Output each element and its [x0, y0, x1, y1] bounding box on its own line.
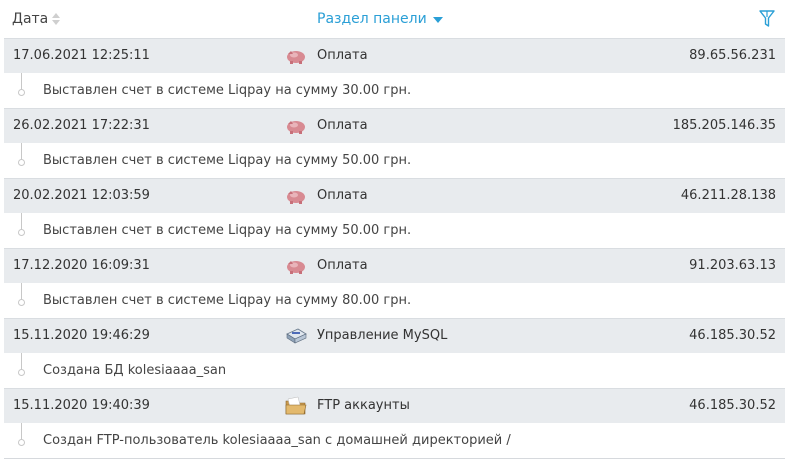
log-section: Оплата	[317, 118, 368, 133]
log-row[interactable]: 20.02.2021 12:03:59 Оплата 46.211.28.138	[4, 178, 785, 213]
log-detail-text: Выставлен счет в системе Liqpay на сумму…	[43, 153, 412, 168]
table-header: Дата Раздел панели	[0, 0, 792, 38]
tree-connector-icon	[18, 143, 33, 167]
log-date: 17.12.2020 16:09:31	[13, 258, 150, 273]
tree-connector-icon	[18, 353, 33, 377]
log-section: Оплата	[317, 258, 368, 273]
log-detail: Выставлен счет в системе Liqpay на сумму…	[4, 73, 785, 108]
filter-icon[interactable]	[759, 10, 775, 28]
chevron-down-icon	[432, 17, 443, 23]
log-row[interactable]: 17.12.2020 16:09:31 Оплата 91.203.63.13	[4, 248, 785, 283]
log-section: FTP аккаунты	[317, 398, 410, 413]
log-ip: 46.211.28.138	[680, 188, 776, 203]
log-section: Управление MySQL	[317, 328, 448, 343]
log-row[interactable]: 15.11.2020 19:40:39 FTP аккаунты 46.185.…	[4, 388, 785, 423]
payment-icon	[284, 256, 308, 276]
date-column-label: Дата	[12, 11, 49, 27]
log-date: 15.11.2020 19:46:29	[13, 328, 150, 343]
payment-icon	[284, 186, 308, 206]
sort-arrows-icon	[52, 13, 61, 25]
log-detail-text: Создана БД kolesiaaaa_san	[43, 363, 227, 378]
tree-connector-icon	[18, 73, 33, 97]
database-icon	[284, 326, 308, 346]
log-detail: Создана БД kolesiaaaa_san	[4, 353, 785, 388]
log-row[interactable]: 17.06.2021 12:25:11 Оплата 89.65.56.231	[4, 38, 785, 73]
log-section: Оплата	[317, 188, 368, 203]
log-detail-text: Выставлен счет в системе Liqpay на сумму…	[43, 223, 412, 238]
log-row[interactable]: 15.11.2020 19:46:29 Управление MySQL 46.…	[4, 318, 785, 353]
log-ip: 89.65.56.231	[689, 48, 776, 63]
log-date: 20.02.2021 12:03:59	[13, 188, 150, 203]
log-ip: 185.205.146.35	[672, 118, 776, 133]
log-row[interactable]: 26.02.2021 17:22:31 Оплата 185.205.146.3…	[4, 108, 785, 143]
log-detail-text: Выставлен счет в системе Liqpay на сумму…	[43, 83, 412, 98]
ftp-folder-icon	[284, 396, 308, 416]
log-ip: 46.185.30.52	[689, 398, 776, 413]
sort-by-date[interactable]: Дата	[12, 11, 61, 27]
tree-connector-icon	[18, 423, 33, 447]
log-section: Оплата	[317, 48, 368, 63]
log-detail: Выставлен счет в системе Liqpay на сумму…	[4, 143, 785, 178]
payment-icon	[284, 46, 308, 66]
log-detail-text: Создан FTP-пользователь kolesiaaaa_san с…	[43, 433, 511, 448]
log-date: 17.06.2021 12:25:11	[13, 48, 150, 63]
log-date: 15.11.2020 19:40:39	[13, 398, 150, 413]
log-ip: 91.203.63.13	[689, 258, 776, 273]
tree-connector-icon	[18, 213, 33, 237]
section-column-label: Раздел панели	[317, 11, 427, 27]
log-list: 17.06.2021 12:25:11 Оплата 89.65.56.231 …	[4, 38, 785, 459]
log-detail: Выставлен счет в системе Liqpay на сумму…	[4, 283, 785, 318]
log-detail-text: Выставлен счет в системе Liqpay на сумму…	[43, 293, 412, 308]
log-detail: Создан FTP-пользователь kolesiaaaa_san с…	[4, 423, 785, 458]
log-detail: Выставлен счет в системе Liqpay на сумму…	[4, 213, 785, 248]
tree-connector-icon	[18, 283, 33, 307]
log-ip: 46.185.30.52	[689, 328, 776, 343]
section-dropdown[interactable]: Раздел панели	[317, 11, 443, 27]
payment-icon	[284, 116, 308, 136]
log-date: 26.02.2021 17:22:31	[13, 118, 150, 133]
